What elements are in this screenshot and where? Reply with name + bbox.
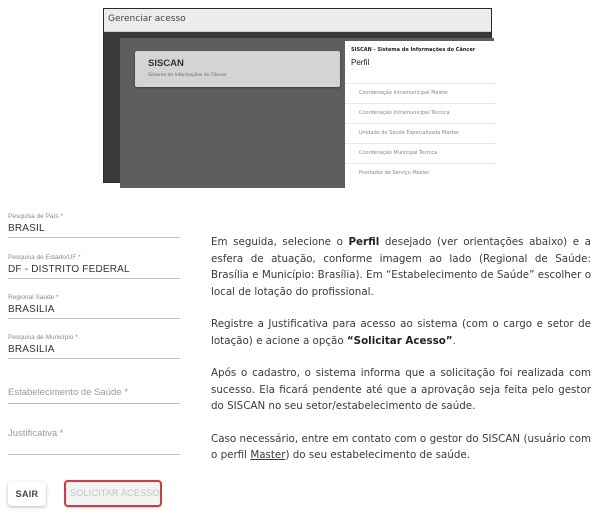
- pais-label: Pesquisa de País *: [8, 213, 63, 220]
- paragraph-perfil: Em seguida, selecione o Perfil desejado …: [211, 234, 591, 300]
- municipio-field[interactable]: Pesquisa de Município * BRASILIA: [8, 334, 180, 359]
- siscan-card-subtitle: Sistema de Informações do Câncer: [148, 73, 227, 78]
- solicitar-acesso-button[interactable]: SOLICITAR ACESSO: [64, 480, 162, 507]
- estabelecimento-placeholder: Estabelecimento de Saúde *: [8, 387, 128, 398]
- perfil-option[interactable]: Coordenação Municipal Técnica: [345, 143, 495, 163]
- estado-label: Pesquisa de Estado/UF *: [8, 254, 81, 261]
- paragraph-cadastro: Após o cadastro, o sistema informa que a…: [211, 367, 591, 412]
- perfil-panel: SISCAN - Sistema de Informações do Cânce…: [345, 41, 495, 188]
- justificativa-field[interactable]: Justificativa *: [8, 428, 180, 455]
- perfil-option[interactable]: Coordenação Intramunicipal Master: [345, 83, 495, 103]
- siscan-system-card[interactable]: SISCAN Sistema de Informações do Câncer: [135, 51, 340, 87]
- sair-button[interactable]: SAIR: [8, 482, 46, 506]
- perfil-panel-system: SISCAN - Sistema de Informações do Cânce…: [351, 47, 476, 53]
- screenshot-header: Gerenciar acesso: [104, 9, 491, 32]
- regional-value: BRASILIA: [8, 304, 55, 315]
- estabelecimento-field[interactable]: Estabelecimento de Saúde *: [8, 387, 180, 404]
- pais-field[interactable]: Pesquisa de País * BRASIL: [8, 213, 180, 238]
- p1-bold-perfil: Perfil: [348, 236, 380, 248]
- perfil-option[interactable]: Prestador de Serviço Master: [345, 163, 495, 183]
- estado-value: DF - DISTRITO FEDERAL: [8, 264, 130, 275]
- p2-bold-solicitar: “Solicitar Acesso”: [346, 334, 453, 347]
- paragraph-justificativa: Registre a Justificativa para acesso ao …: [211, 316, 591, 349]
- justificativa-placeholder: Justificativa *: [8, 428, 64, 439]
- regional-label: Regional Saúde *: [8, 294, 59, 301]
- estado-field[interactable]: Pesquisa de Estado/UF * DF - DISTRITO FE…: [8, 254, 180, 279]
- embedded-screenshot: Gerenciar acesso SISCAN Sistema de Infor…: [103, 8, 495, 188]
- instructions-text: Em seguida, selecione o Perfil desejado …: [211, 234, 591, 480]
- screenshot-body: SISCAN Sistema de Informações do Câncer …: [120, 38, 495, 188]
- paragraph-contato: Caso necessário, entre em contato com o …: [211, 431, 591, 464]
- municipio-label: Pesquisa de Município *: [8, 334, 78, 341]
- p4-text-c: ) do seu estabelecimento de saúde.: [285, 449, 471, 461]
- p2-text-c: .: [452, 334, 456, 347]
- solicitar-acesso-label: SOLICITAR ACESSO: [70, 488, 160, 498]
- perfil-option[interactable]: Coordenação Intramunicipal Técnica: [345, 103, 495, 123]
- perfil-panel-title: Perfil: [351, 58, 370, 67]
- pais-value: BRASIL: [8, 223, 45, 234]
- perfil-list: Coordenação Intramunicipal Master Coorde…: [345, 83, 495, 183]
- p1-text-a: Em seguida, selecione o: [211, 236, 349, 248]
- perfil-option[interactable]: Unidade de Saúde Especializada Master: [345, 123, 495, 143]
- municipio-value: BRASILIA: [8, 344, 55, 355]
- p4-underline-master: Master: [250, 449, 286, 461]
- siscan-card-title: SISCAN: [148, 58, 184, 69]
- regional-field[interactable]: Regional Saúde * BRASILIA: [8, 294, 180, 319]
